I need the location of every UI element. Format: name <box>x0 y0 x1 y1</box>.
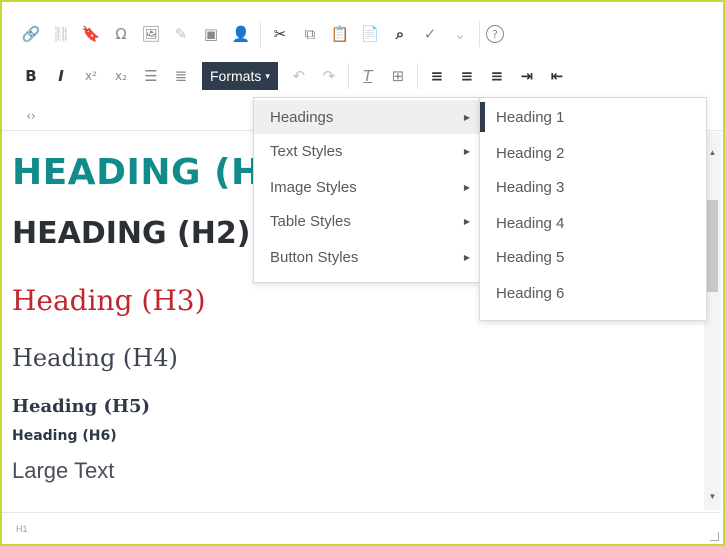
paste-icon[interactable]: 📋 <box>327 21 353 47</box>
chevron-right-icon: ▶ <box>463 146 470 156</box>
toolbar-separator <box>347 63 349 89</box>
caret-down-icon: ▾ <box>265 70 270 81</box>
heading-h6-text: Heading (H6) <box>12 428 117 444</box>
code-icon[interactable]: ‹› <box>18 103 44 129</box>
menu-item-label: Heading 6 <box>496 284 565 302</box>
menu-item-label: Image Styles <box>270 178 357 196</box>
toolbar-row-2: B I x² x₂ ☰ ≣ Formats ▾ ↶ ↷ T ⊞ ≡ ≡ ≡ ⇥ … <box>16 58 572 94</box>
toolbar-row-1: 🔗 ⛓ 🔖 Ω 🖼 ✎ ▣ 👤 ✂ ⧉ 📋 📄 ⌕ ✓ ⌄ ? <box>16 16 506 52</box>
menu-item-heading-4[interactable]: Heading 4 <box>480 206 706 240</box>
formats-menu: Headings ▶ Text Styles ▶ Image Styles ▶ … <box>253 97 481 283</box>
headings-submenu: Heading 1 Heading 2 Heading 3 Heading 4 … <box>479 97 707 321</box>
menu-item-label: Table Styles <box>270 212 351 230</box>
spellcheck-icon[interactable]: ✓ <box>417 21 443 47</box>
find-icon[interactable]: ⌕ <box>387 21 413 47</box>
menu-item-label: Headings <box>270 108 334 126</box>
align-center-icon[interactable]: ≡ <box>454 63 480 89</box>
menu-item-heading-2[interactable]: Heading 2 <box>480 136 706 170</box>
toolbar-row-3: ‹› <box>16 98 46 134</box>
large-text: Large Text <box>12 458 115 483</box>
chevron-down-icon[interactable]: ⌄ <box>447 21 473 47</box>
clear-format-icon[interactable]: T <box>355 63 381 89</box>
chevron-right-icon: ▶ <box>463 252 470 262</box>
heading-h2-text: HEADING (H2) <box>12 216 251 251</box>
resize-handle[interactable] <box>710 532 719 541</box>
menu-item-label: Button Styles <box>270 248 359 266</box>
indent-icon[interactable]: ⇥ <box>514 63 540 89</box>
menu-item-label: Heading 5 <box>496 248 565 266</box>
status-bar: H1 <box>2 512 721 543</box>
scroll-down-arrow-icon[interactable]: ▼ <box>704 488 721 504</box>
menu-item-label: Heading 1 <box>496 108 565 126</box>
menu-item-text-styles[interactable]: Text Styles ▶ <box>254 134 480 168</box>
link-icon[interactable]: 🔗 <box>18 21 44 47</box>
paste-text-icon[interactable]: 📄 <box>357 21 383 47</box>
toolbar-separator <box>479 21 480 47</box>
menu-item-heading-1[interactable]: Heading 1 <box>480 100 706 134</box>
unlink-icon[interactable]: ⛓ <box>48 21 74 47</box>
numbered-list-icon[interactable]: ≣ <box>168 63 194 89</box>
toolbar-separator <box>416 63 418 89</box>
table-icon[interactable]: ⊞ <box>385 63 411 89</box>
menu-item-heading-3[interactable]: Heading 3 <box>480 170 706 204</box>
heading-h4-text: Heading (H4) <box>12 344 178 372</box>
heading-h3-text: Heading (H3) <box>12 284 206 317</box>
align-right-icon[interactable]: ≡ <box>484 63 510 89</box>
redo-icon[interactable]: ↷ <box>316 63 342 89</box>
user-icon[interactable]: 👤 <box>228 21 254 47</box>
omega-icon[interactable]: Ω <box>108 21 134 47</box>
subscript-icon[interactable]: x₂ <box>108 63 134 89</box>
menu-item-label: Heading 3 <box>496 178 565 196</box>
media-icon[interactable]: ▣ <box>198 21 224 47</box>
superscript-icon[interactable]: x² <box>78 63 104 89</box>
menu-item-headings[interactable]: Headings ▶ <box>254 100 480 134</box>
menu-item-button-styles[interactable]: Button Styles ▶ <box>254 240 480 274</box>
heading-h5-text: Heading (H5) <box>12 396 151 417</box>
image-icon[interactable]: 🖼 <box>138 21 164 47</box>
scroll-thumb[interactable] <box>707 200 718 292</box>
bullet-list-icon[interactable]: ☰ <box>138 63 164 89</box>
toolbar-separator <box>260 21 261 47</box>
menu-item-label: Heading 4 <box>496 214 565 232</box>
menu-item-label: Heading 2 <box>496 144 565 162</box>
chevron-right-icon: ▶ <box>463 182 470 192</box>
copy-icon[interactable]: ⧉ <box>297 21 323 47</box>
cut-icon[interactable]: ✂ <box>267 21 293 47</box>
menu-item-image-styles[interactable]: Image Styles ▶ <box>254 170 480 204</box>
formats-button[interactable]: Formats ▾ <box>202 62 278 90</box>
align-left-icon[interactable]: ≡ <box>424 63 450 89</box>
italic-icon[interactable]: I <box>48 63 74 89</box>
edit-image-icon[interactable]: ✎ <box>168 21 194 47</box>
outdent-icon[interactable]: ⇤ <box>544 63 570 89</box>
formats-label: Formats <box>210 68 262 84</box>
bookmark-icon[interactable]: 🔖 <box>78 21 104 47</box>
help-icon[interactable]: ? <box>486 25 504 43</box>
menu-item-table-styles[interactable]: Table Styles ▶ <box>254 204 480 238</box>
chevron-right-icon: ▶ <box>463 216 470 226</box>
bold-icon[interactable]: B <box>18 63 44 89</box>
element-path[interactable]: H1 <box>16 524 28 534</box>
undo-icon[interactable]: ↶ <box>286 63 312 89</box>
chevron-right-icon: ▶ <box>463 112 470 122</box>
menu-item-heading-6[interactable]: Heading 6 <box>480 276 706 310</box>
menu-item-heading-5[interactable]: Heading 5 <box>480 240 706 274</box>
menu-item-label: Text Styles <box>270 142 343 160</box>
